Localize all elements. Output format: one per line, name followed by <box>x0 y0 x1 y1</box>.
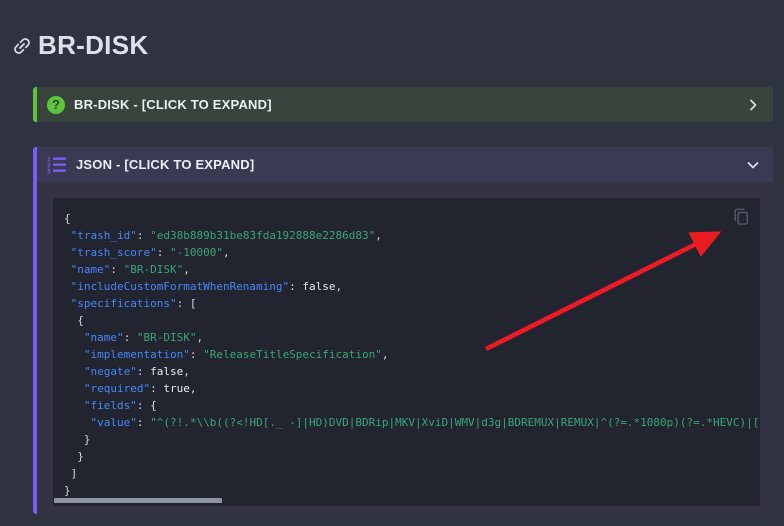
chevron-right-icon <box>745 97 761 113</box>
code-line: { <box>64 312 752 329</box>
code-line: "trash_id": "ed38b889b31be83fda192888e22… <box>64 227 752 244</box>
admonition-question-header[interactable]: ? BR-DISK - [CLICK TO EXPAND] <box>37 87 773 122</box>
json-code-block: { "trash_id": "ed38b889b31be83fda192888e… <box>53 198 760 506</box>
admonition-question: ? BR-DISK - [CLICK TO EXPAND] <box>33 87 773 122</box>
admonition-question-label: BR-DISK - [CLICK TO EXPAND] <box>74 97 736 112</box>
code-line: ] <box>64 465 752 482</box>
ordered-list-icon: 123 <box>47 155 67 175</box>
link-anchor-icon[interactable] <box>11 35 33 57</box>
scrollbar-thumb[interactable] <box>54 498 222 503</box>
code-line: "value": "^(?!.*\\b((?<!HD[._ -]|HD)DVD|… <box>64 414 752 431</box>
code-line: "name": "BR-DISK", <box>64 329 752 346</box>
code-line: "includeCustomFormatWhenRenaming": false… <box>64 278 752 295</box>
horizontal-scrollbar <box>53 498 760 503</box>
copy-icon[interactable] <box>731 207 751 227</box>
code-line: } <box>64 448 752 465</box>
code-line: "name": "BR-DISK", <box>64 261 752 278</box>
admonition-json: 123 JSON - [CLICK TO EXPAND] { "trash_id… <box>33 147 773 514</box>
code-line: } <box>64 482 752 499</box>
svg-text:3: 3 <box>47 168 51 175</box>
question-circle-icon: ? <box>47 96 65 114</box>
admonition-json-header[interactable]: 123 JSON - [CLICK TO EXPAND] <box>37 147 773 182</box>
chevron-down-icon <box>745 157 761 173</box>
code-line: "specifications": [ <box>64 295 752 312</box>
code-line: "required": true, <box>64 380 752 397</box>
code-line: "implementation": "ReleaseTitleSpecifica… <box>64 346 752 363</box>
code-line: { <box>64 210 752 227</box>
code-line: "trash_score": "-10000", <box>64 244 752 261</box>
code-line: "negate": false, <box>64 363 752 380</box>
page-title-row: BR-DISK <box>11 30 148 61</box>
code-line: "fields": { <box>64 397 752 414</box>
json-code: { "trash_id": "ed38b889b31be83fda192888e… <box>53 198 760 506</box>
admonition-json-label: JSON - [CLICK TO EXPAND] <box>76 157 736 172</box>
code-line: } <box>64 431 752 448</box>
page-title: BR-DISK <box>38 30 148 61</box>
